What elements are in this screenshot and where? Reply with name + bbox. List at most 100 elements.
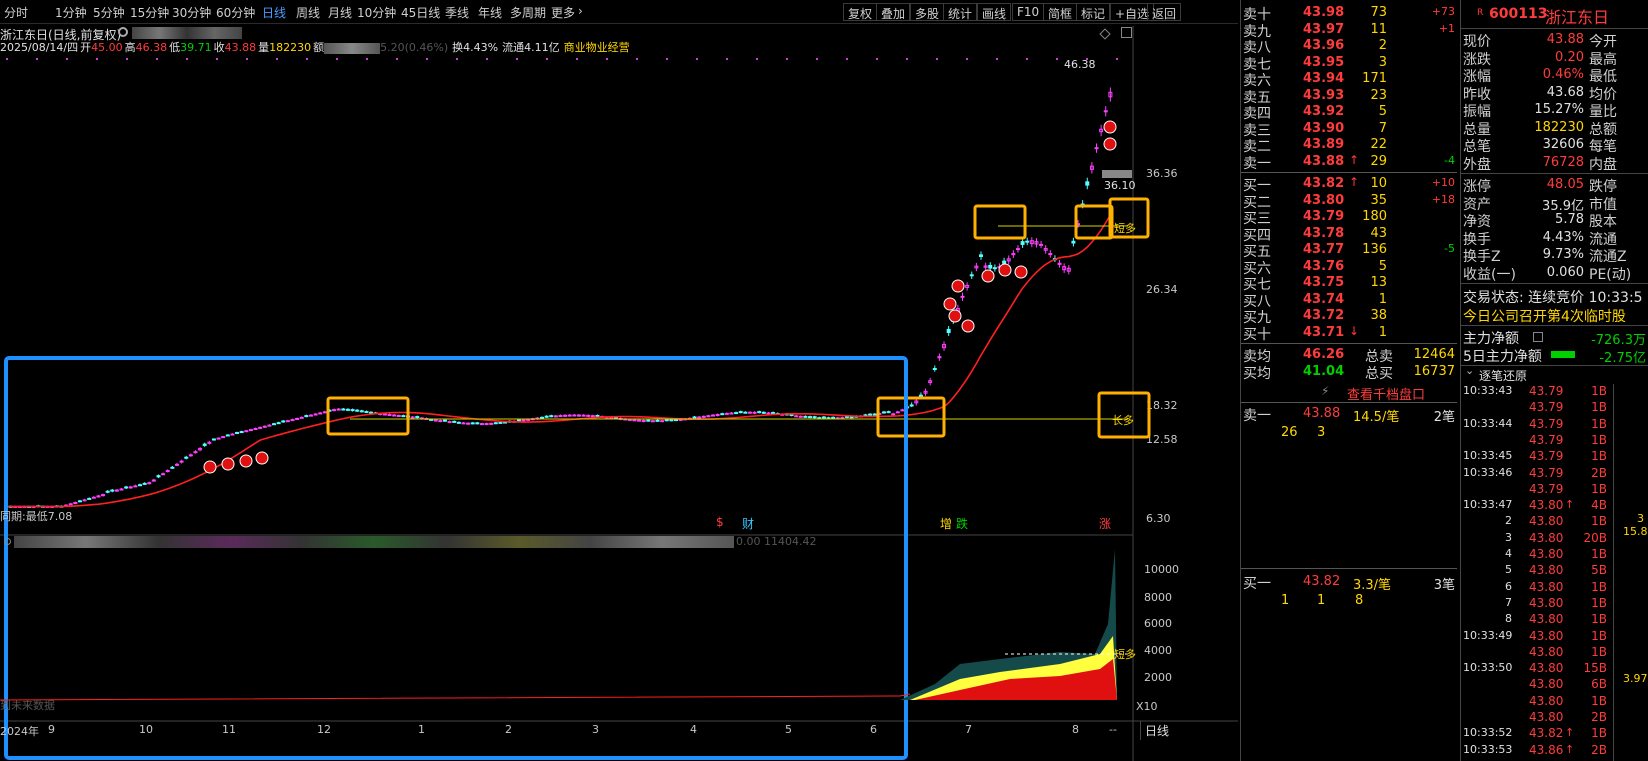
- timeframe-tab-5[interactable]: 60分钟: [216, 4, 255, 21]
- candle-body: [461, 422, 466, 425]
- main-flow-label: 主力净额: [1463, 331, 1519, 347]
- bid-row[interactable]: 买八 43.74 1: [1241, 291, 1457, 310]
- info-row-label-right: 内盘: [1589, 156, 1617, 173]
- limit-up-badge: [255, 451, 269, 465]
- timeframe-tab-6[interactable]: 日线: [262, 4, 286, 21]
- ask-row[interactable]: 卖九 43.97 11 +1: [1241, 21, 1457, 40]
- x-axis-label: 3: [592, 723, 599, 736]
- toolbar-button-2[interactable]: 多股: [910, 3, 945, 21]
- tick-price: 43.80: [1529, 563, 1564, 578]
- candle-body: [840, 417, 845, 420]
- toolbar-button-4[interactable]: 画线: [977, 3, 1012, 21]
- candle-body: [697, 416, 702, 419]
- ask-row[interactable]: 卖四 43.92 5: [1241, 103, 1457, 122]
- timeframe-tab-9[interactable]: 10分钟: [357, 4, 396, 21]
- collapse-chevron-icon[interactable]: ⌄: [1465, 364, 1474, 377]
- event-marker[interactable]: 增: [940, 515, 952, 532]
- bid-row[interactable]: 买五 43.77 136 -5: [1241, 241, 1457, 260]
- timeframe-tab-12[interactable]: 年线: [478, 4, 502, 21]
- trade-status: 交易状态: 连续竞价 10:33:5: [1463, 290, 1643, 306]
- candle-body: [766, 412, 771, 415]
- event-marker[interactable]: $: [716, 515, 724, 529]
- top-marker: [636, 58, 638, 60]
- toolbar-button-9[interactable]: 返回: [1147, 3, 1182, 21]
- candle-body: [188, 454, 193, 457]
- info-row-value: 182230: [1534, 119, 1584, 135]
- detail-per: 3.3/笔: [1353, 578, 1392, 593]
- future-data-label[interactable]: 到未来数据: [0, 697, 55, 713]
- company-notice[interactable]: 今日公司召开第4次临时股: [1463, 306, 1626, 326]
- toolbar-button-6[interactable]: 简框: [1043, 3, 1078, 21]
- timeframe-tab-3[interactable]: 15分钟: [130, 4, 169, 21]
- ask-row[interactable]: 卖七 43.95 3: [1241, 54, 1457, 73]
- side-value: 15.87: [1623, 525, 1648, 538]
- bid-row[interactable]: 买二 43.80 35 +18: [1241, 192, 1457, 211]
- ask-row[interactable]: 卖二 43.89 22: [1241, 136, 1457, 155]
- top-marker: [336, 58, 338, 60]
- limit-up-badge: [951, 279, 965, 293]
- event-marker[interactable]: 涨: [1099, 515, 1111, 532]
- tick-time: 10:33:47: [1463, 498, 1513, 512]
- tick-row: 10:33:49 43.80 1B: [1461, 629, 1611, 645]
- candle-body: [664, 419, 669, 422]
- info-row-value: 43.68: [1546, 84, 1584, 100]
- level-label: 卖一: [1243, 155, 1271, 172]
- toolbar-button-1[interactable]: 叠加: [876, 3, 911, 21]
- candle-body: [498, 421, 503, 424]
- timeframe-tab-1[interactable]: 1分钟: [55, 4, 87, 21]
- event-marker[interactable]: 财: [742, 515, 754, 532]
- tick-price: 43.80: [1529, 710, 1564, 724]
- tick-row: 43.79 1B: [1461, 400, 1611, 416]
- bid-row[interactable]: 买四 43.78 43: [1241, 225, 1457, 244]
- level-price: 43.72: [1303, 308, 1345, 323]
- candle-body: [396, 414, 401, 417]
- ask-row[interactable]: 卖八 43.96 2: [1241, 37, 1457, 56]
- bid-row[interactable]: 买一 43.82 ↑ 10 +10: [1241, 175, 1457, 194]
- toolbar-button-0[interactable]: 复权: [843, 3, 878, 21]
- ask-row[interactable]: 卖六 43.94 171: [1241, 70, 1457, 89]
- timeframe-tab-0[interactable]: 分时: [4, 4, 28, 21]
- top-marker: [966, 58, 968, 60]
- volume-multiplier: X10: [1136, 700, 1158, 713]
- timeframe-tab-8[interactable]: 月线: [328, 4, 352, 21]
- volume-collapse-icon[interactable]: [4, 538, 11, 545]
- bid-row[interactable]: 买六 43.76 5: [1241, 258, 1457, 277]
- timeframe-tab-10[interactable]: 45日线: [401, 4, 440, 21]
- list-icon[interactable]: [1533, 332, 1543, 342]
- candle-body: [868, 413, 873, 416]
- toolbar-button-7[interactable]: 标记: [1076, 3, 1111, 21]
- thousand-level-button[interactable]: 查看千档盘口: [1347, 384, 1425, 403]
- candle-body: [161, 473, 166, 476]
- more-chevron-icon[interactable]: ›: [578, 4, 583, 18]
- candle-body: [632, 419, 637, 422]
- bid-row[interactable]: 买十 43.71 ↓ 1: [1241, 324, 1457, 343]
- timeframe-tab-14[interactable]: 更多: [551, 4, 575, 21]
- ask-row[interactable]: 卖一 43.88 ↑ 29 -4: [1241, 153, 1457, 172]
- candle-body: [516, 419, 521, 422]
- ticks-header[interactable]: 逐笔还原: [1479, 367, 1527, 384]
- bid-row[interactable]: 买三 43.79 180: [1241, 208, 1457, 227]
- candle-body: [821, 416, 826, 419]
- ask-row[interactable]: 卖五 43.93 23: [1241, 87, 1457, 106]
- ask-row[interactable]: 卖十 43.98 73 +73: [1241, 4, 1457, 23]
- toolbar-button-3[interactable]: 统计: [943, 3, 978, 21]
- timeframe-tab-7[interactable]: 周线: [296, 4, 320, 21]
- timeframe-tab-4[interactable]: 30分钟: [172, 4, 211, 21]
- candle-body: [493, 422, 498, 425]
- bid-row[interactable]: 买七 43.75 13: [1241, 274, 1457, 293]
- kline-chart[interactable]: 浙江东日(日线,前复权) 2025/08/14/四 开45.00 高46.38 低39.…: [0, 24, 1238, 761]
- event-marker[interactable]: 跌: [956, 515, 968, 532]
- timeframe-tab-2[interactable]: 5分钟: [93, 4, 125, 21]
- period-button[interactable]: 日线: [1140, 721, 1173, 740]
- candle-body: [230, 433, 235, 436]
- level-volume: 1: [1378, 291, 1387, 307]
- candle-body: [272, 423, 277, 426]
- kline-svg: [0, 26, 1238, 761]
- toolbar-button-5[interactable]: F10: [1012, 3, 1045, 21]
- ask-row[interactable]: 卖三 43.90 7: [1241, 120, 1457, 139]
- timeframe-tab-13[interactable]: 多周期: [510, 4, 546, 21]
- candle-body: [82, 499, 87, 502]
- candle-body: [369, 411, 374, 414]
- bid-row[interactable]: 买九 43.72 38: [1241, 307, 1457, 326]
- timeframe-tab-11[interactable]: 季线: [445, 4, 469, 21]
